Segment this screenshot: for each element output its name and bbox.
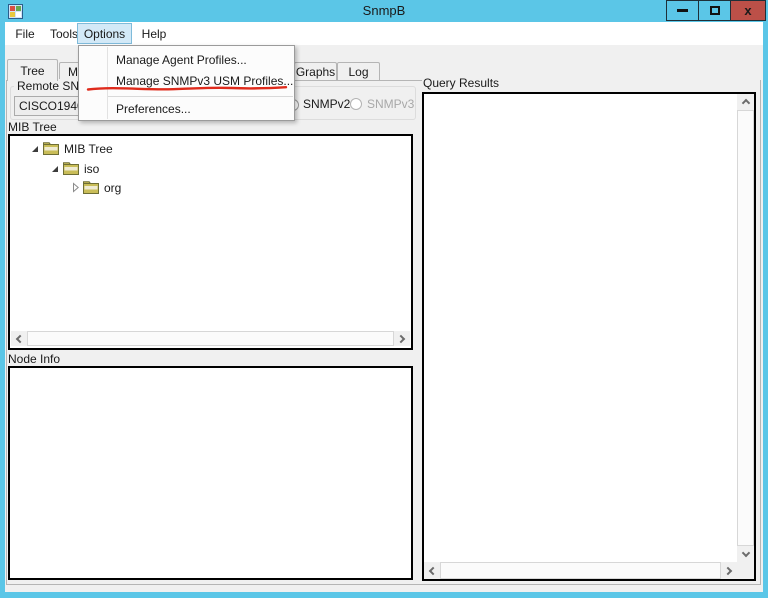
tree-node-label[interactable]: MIB Tree: [64, 142, 113, 156]
scroll-right-button[interactable]: [721, 562, 737, 579]
maximize-icon: [710, 6, 720, 15]
agent-profile-combobox[interactable]: CISCO1940: [14, 96, 88, 116]
snmpv3-radio[interactable]: [350, 98, 362, 110]
tree-row-org[interactable]: org: [72, 178, 121, 197]
mib-tree-hscrollbar[interactable]: [11, 331, 410, 346]
node-info-view[interactable]: [8, 366, 413, 580]
expanded-arrow-icon[interactable]: [32, 146, 43, 152]
collapsed-arrow-icon[interactable]: [72, 182, 83, 193]
snmpb-window: { "window": { "title": "SnmpB", "control…: [0, 0, 768, 598]
menu-help[interactable]: Help: [135, 24, 173, 43]
snmpv3-radio-label[interactable]: SNMPv3: [367, 97, 414, 111]
mib-tree-panel-title: MIB Tree: [8, 120, 57, 134]
folder-icon: [43, 142, 59, 155]
query-results-view[interactable]: [422, 92, 756, 581]
close-icon: x: [744, 3, 751, 18]
hscrollbar-thumb[interactable]: [440, 562, 721, 579]
tree-row-iso[interactable]: iso: [52, 159, 99, 178]
tab-log[interactable]: Log: [337, 62, 380, 80]
query-results-hscrollbar[interactable]: [424, 562, 737, 579]
maximize-button[interactable]: [698, 0, 731, 21]
folder-icon: [63, 162, 79, 175]
tree-node-label[interactable]: org: [104, 181, 121, 195]
mib-tree-view[interactable]: MIB Tree iso org: [8, 134, 413, 350]
scroll-left-button[interactable]: [424, 562, 440, 579]
scroll-right-button[interactable]: [394, 331, 410, 346]
options-dropdown-menu: Manage Agent Profiles... Manage SNMPv3 U…: [78, 45, 295, 121]
tree-row-mib-tree[interactable]: MIB Tree: [32, 139, 113, 158]
folder-icon: [83, 181, 99, 194]
chevron-left-icon: [16, 334, 24, 342]
scrollbar-corner: [737, 562, 754, 579]
menu-separator: [108, 96, 293, 97]
expanded-arrow-icon[interactable]: [52, 166, 63, 172]
chevron-right-icon: [397, 334, 405, 342]
scroll-down-button[interactable]: [737, 546, 754, 562]
tree-node-label[interactable]: iso: [84, 162, 99, 176]
red-underline-annotation: [86, 84, 289, 94]
menu-item-manage-agent-profiles[interactable]: Manage Agent Profiles...: [80, 51, 294, 68]
scroll-left-button[interactable]: [11, 331, 27, 346]
snmpv2c-radio-label[interactable]: SNMPv2c: [303, 97, 356, 111]
scroll-up-button[interactable]: [737, 94, 754, 110]
menu-item-preferences[interactable]: Preferences...: [80, 100, 294, 117]
minimize-button[interactable]: [666, 0, 699, 21]
minimize-icon: [677, 9, 688, 12]
node-info-panel-title: Node Info: [8, 352, 60, 366]
menu-options[interactable]: Options: [77, 23, 132, 44]
chevron-right-icon: [724, 566, 732, 574]
vscrollbar-thumb[interactable]: [737, 110, 754, 546]
query-results-panel-title: Query Results: [423, 76, 499, 90]
chevron-down-icon: [741, 549, 749, 557]
chevron-left-icon: [429, 566, 437, 574]
tab-tree[interactable]: Tree: [7, 59, 58, 81]
close-button[interactable]: x: [730, 0, 766, 21]
window-title: SnmpB: [0, 3, 768, 18]
agent-profile-value: CISCO1940: [19, 99, 84, 113]
chevron-up-icon: [741, 99, 749, 107]
menu-file[interactable]: File: [8, 24, 42, 43]
query-results-vscrollbar[interactable]: [737, 94, 754, 562]
titlebar: SnmpB x: [0, 0, 768, 22]
hscrollbar-thumb[interactable]: [27, 331, 394, 346]
tab-graphs[interactable]: Graphs: [294, 62, 337, 80]
